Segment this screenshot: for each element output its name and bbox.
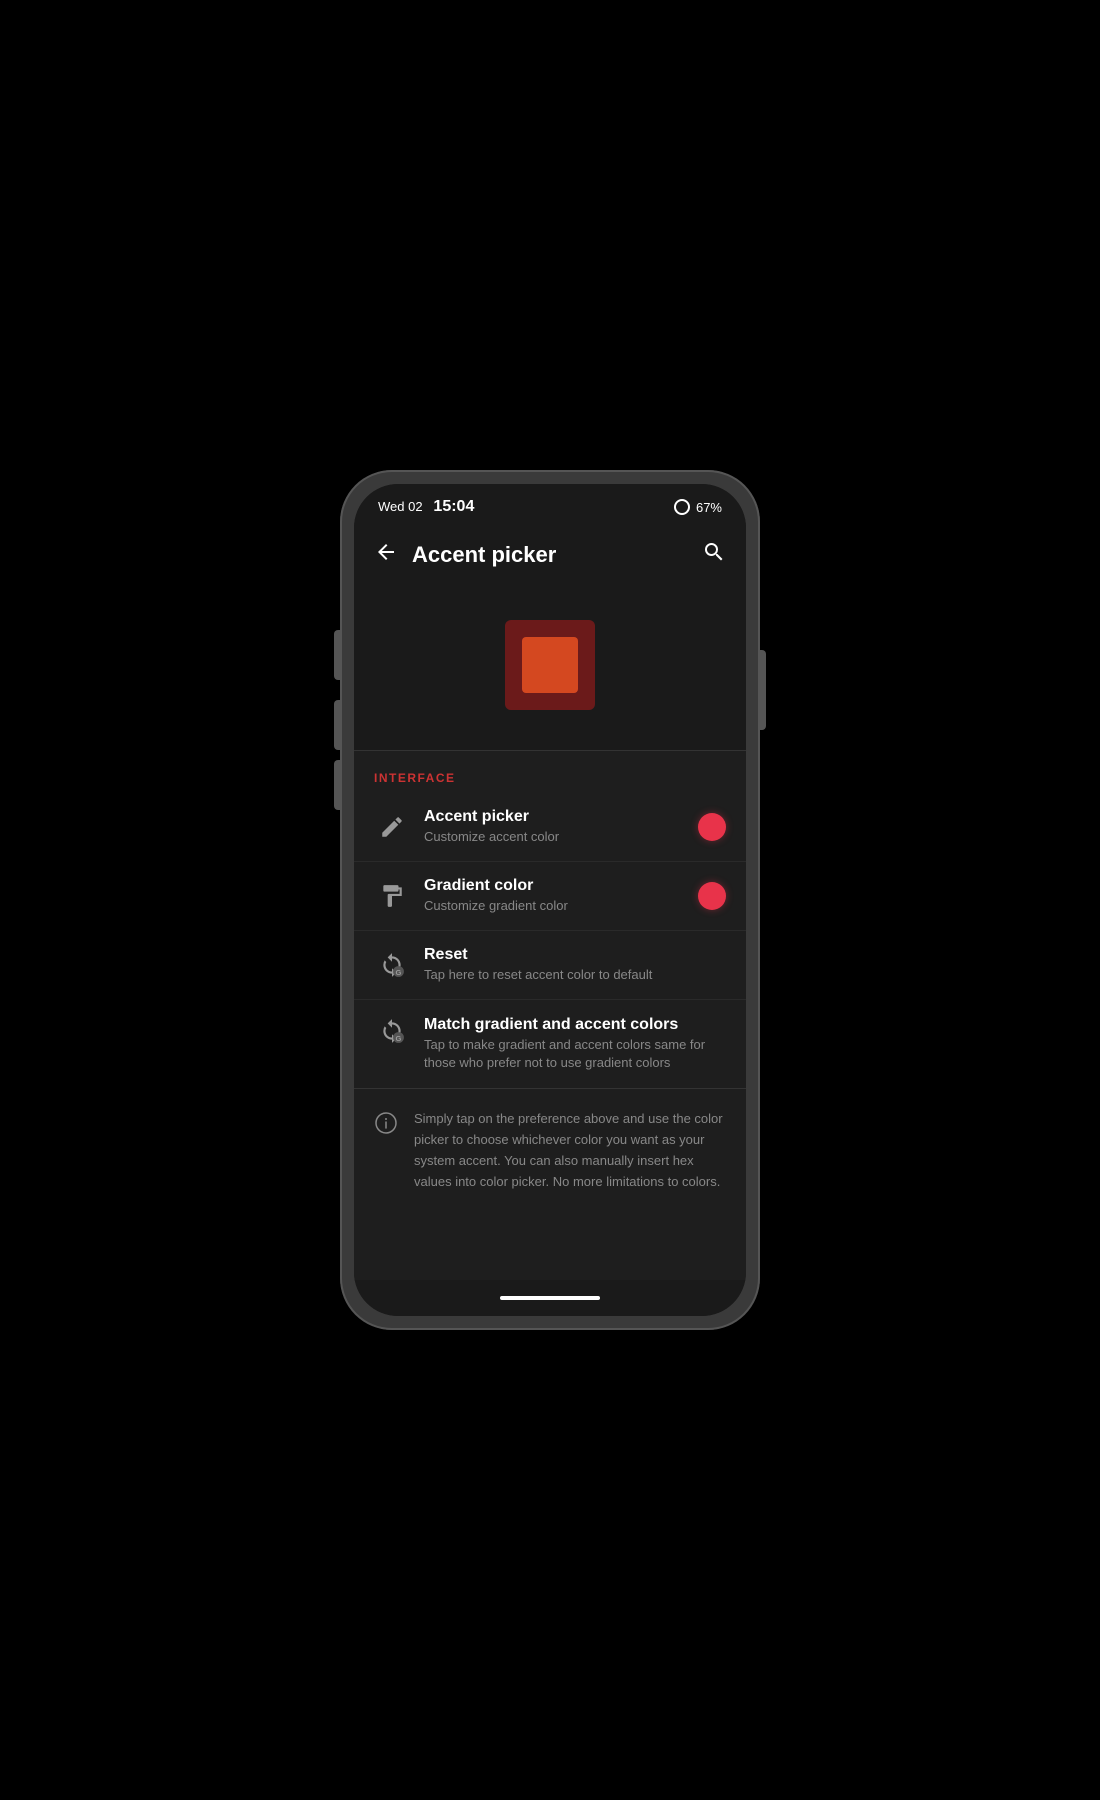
phone-screen: Wed 02 15:04 67% Accent picker [354,484,746,1316]
match-gradient-icon: G [374,1018,410,1044]
setting-subtitle-reset: Tap here to reset accent color to defaul… [424,966,726,984]
status-right: 67% [674,499,722,515]
setting-title-reset: Reset [424,946,726,964]
status-bar: Wed 02 15:04 67% [354,484,746,524]
color-preview-area [354,590,746,750]
bottom-indicator [354,1280,746,1316]
page-title: Accent picker [412,542,702,568]
setting-subtitle-accent-picker: Customize accent color [424,828,686,846]
battery-percent: 67% [696,500,722,515]
setting-subtitle-gradient: Customize gradient color [424,897,686,915]
svg-text:G: G [396,968,402,977]
setting-title-gradient: Gradient color [424,877,686,895]
paint-roller-icon [374,883,410,909]
setting-title-match-gradient: Match gradient and accent colors [424,1016,726,1034]
setting-title-accent-picker: Accent picker [424,808,686,826]
setting-item-match-gradient[interactable]: G Match gradient and accent colors Tap t… [354,1000,746,1088]
back-button[interactable] [374,536,406,574]
setting-text-reset: Reset Tap here to reset accent color to … [424,946,726,984]
pencil-icon [374,814,410,840]
settings-list: INTERFACE Accent picker Customize accent… [354,751,746,1280]
info-icon [374,1111,398,1140]
setting-subtitle-match-gradient: Tap to make gradient and accent colors s… [424,1036,726,1072]
setting-text-match-gradient: Match gradient and accent colors Tap to … [424,1016,726,1072]
color-box-inner [522,637,578,693]
status-time: Wed 02 15:04 [378,498,474,516]
setting-text-accent-picker: Accent picker Customize accent color [424,808,686,846]
app-bar: Accent picker [354,524,746,590]
toggle-accent-picker[interactable] [698,813,726,841]
status-clock: 15:04 [433,498,474,515]
setting-item-reset[interactable]: G Reset Tap here to reset accent color t… [354,931,746,999]
svg-text:G: G [396,1034,402,1043]
setting-text-gradient: Gradient color Customize gradient color [424,877,686,915]
toggle-gradient[interactable] [698,882,726,910]
color-box-outer [505,620,595,710]
phone-frame: Wed 02 15:04 67% Accent picker [340,470,760,1330]
setting-item-gradient-color[interactable]: Gradient color Customize gradient color [354,862,746,930]
search-button[interactable] [702,540,726,570]
status-date: Wed 02 [378,499,423,514]
info-text: Simply tap on the preference above and u… [414,1109,726,1192]
battery-icon [674,499,690,515]
info-section: Simply tap on the preference above and u… [354,1089,746,1212]
reset-icon: G [374,952,410,978]
setting-item-accent-picker[interactable]: Accent picker Customize accent color [354,793,746,861]
section-header-interface: INTERFACE [354,751,746,793]
nav-bar [500,1296,600,1300]
